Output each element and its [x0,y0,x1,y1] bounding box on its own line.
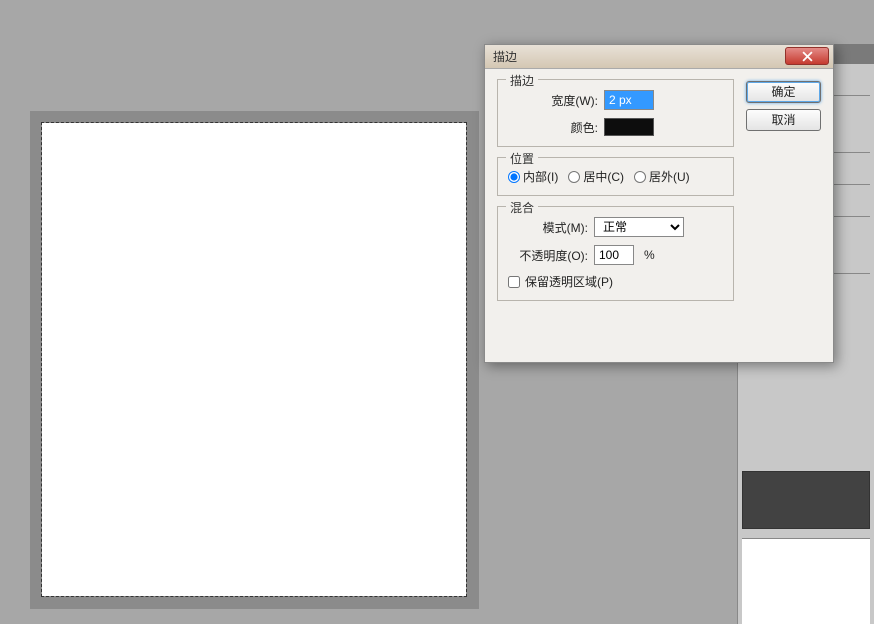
dialog-titlebar[interactable]: 描边 [485,45,833,69]
stroke-group: 描边 宽度(W): 颜色: [497,79,734,147]
close-button[interactable] [785,47,829,65]
radio-outside-text: 居外(U) [649,168,690,185]
mode-label: 模式(M): [508,219,588,236]
canvas-frame [30,111,479,609]
radio-center-text: 居中(C) [583,168,624,185]
stroke-legend: 描边 [506,72,538,89]
canvas-selection[interactable] [42,123,466,596]
preserve-transparency-label[interactable]: 保留透明区域(P) [525,273,613,290]
width-input[interactable] [604,90,654,110]
opacity-input[interactable] [594,245,634,265]
color-swatch[interactable] [604,118,654,136]
width-label: 宽度(W): [508,92,598,109]
ok-button[interactable]: 确定 [746,81,821,103]
radio-center-label[interactable]: 居中(C) [568,168,624,185]
percent-label: % [644,248,655,262]
stroke-dialog: 描边 描边 宽度(W): 颜色: 位置 内部(I) [484,44,834,363]
color-label: 颜色: [508,119,598,136]
panel-preview-white [742,538,870,624]
radio-outside[interactable] [634,171,646,183]
opacity-label: 不透明度(O): [508,247,588,264]
radio-inside-text: 内部(I) [523,168,558,185]
position-legend: 位置 [506,150,538,167]
radio-outside-label[interactable]: 居外(U) [634,168,690,185]
radio-center[interactable] [568,171,580,183]
radio-inside-label[interactable]: 内部(I) [508,168,558,185]
dialog-title: 描边 [493,48,517,65]
panel-preview-dark [742,471,870,529]
mode-select[interactable]: 正常 [594,217,684,237]
preserve-transparency-checkbox[interactable] [508,276,520,288]
blend-legend: 混合 [506,199,538,216]
close-icon [802,51,813,62]
cancel-button[interactable]: 取消 [746,109,821,131]
radio-inside[interactable] [508,171,520,183]
blend-group: 混合 模式(M): 正常 不透明度(O): % 保留透明区域(P) [497,206,734,301]
position-group: 位置 内部(I) 居中(C) 居外(U) [497,157,734,196]
